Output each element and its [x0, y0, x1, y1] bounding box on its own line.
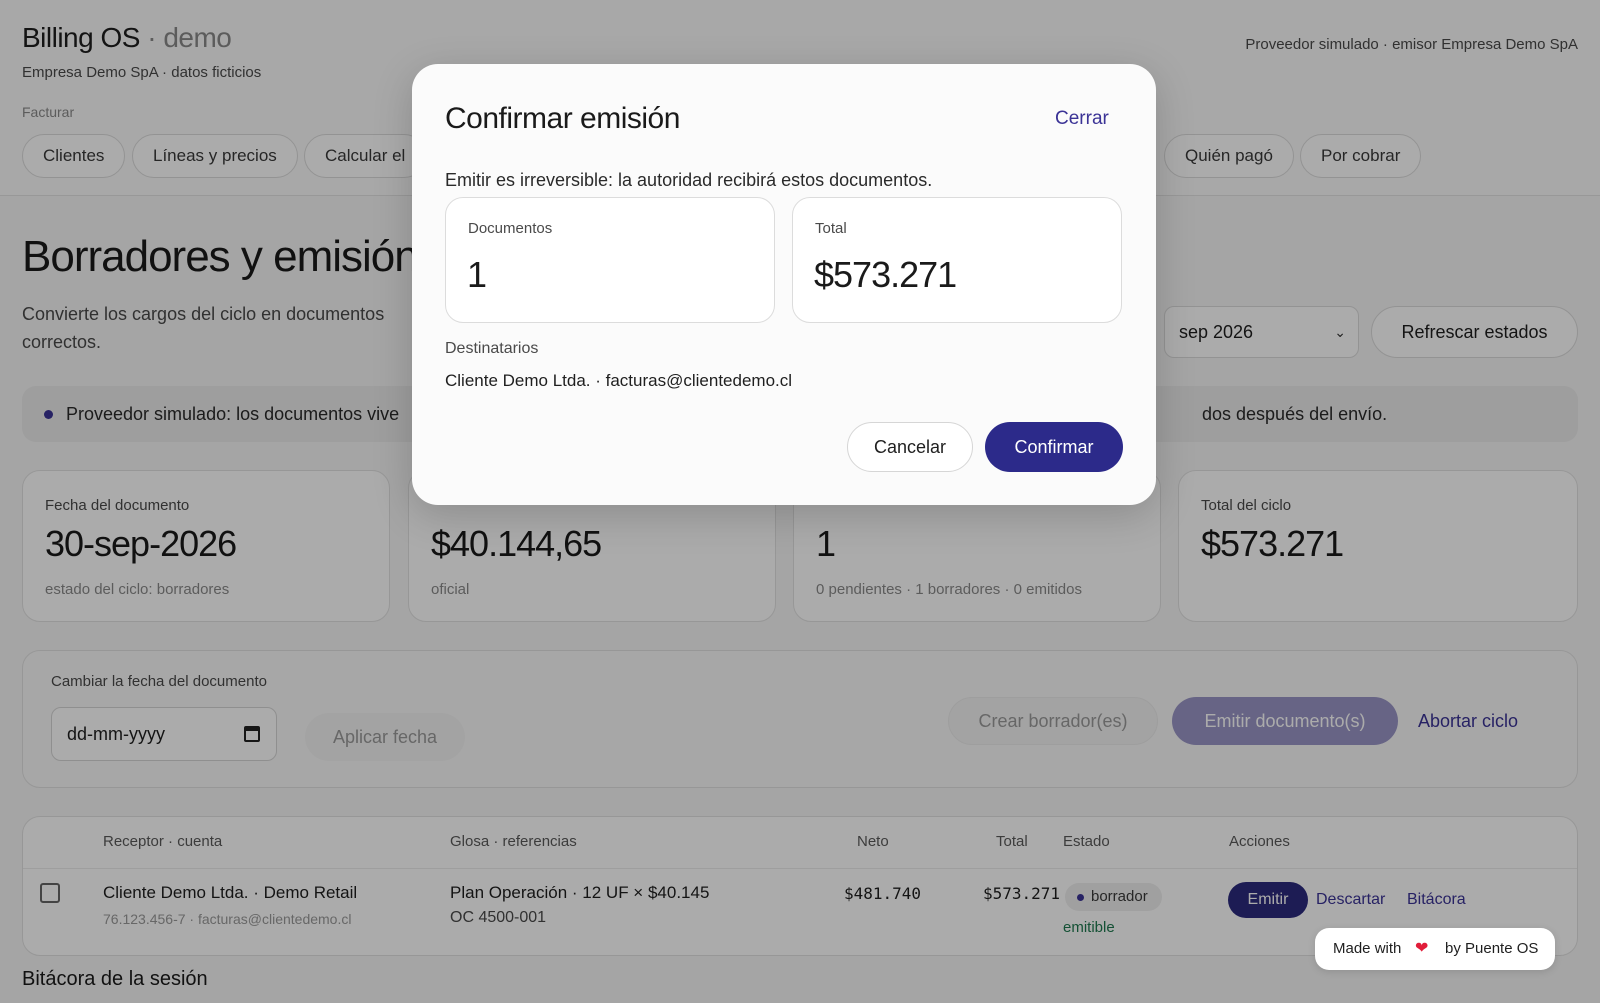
dialog-close-link[interactable]: Cerrar — [1055, 108, 1109, 130]
dialog-card-value: $573.271 — [814, 254, 957, 295]
confirm-button[interactable]: Confirmar — [985, 422, 1123, 472]
made-with-suffix: by Puente OS — [1445, 940, 1539, 957]
dialog-card-value: 1 — [467, 254, 487, 295]
dialog-card-label: Documentos — [468, 220, 553, 237]
recipients-value: Cliente Demo Ltda. · facturas@clientedem… — [445, 371, 793, 390]
made-with-prefix: Made with — [1333, 940, 1402, 957]
made-with-badge[interactable]: Made with ❤ by Puente OS — [1315, 928, 1555, 970]
dialog-warning: Emitir es irreversible: la autoridad rec… — [445, 170, 933, 190]
dialog-title: Confirmar emisión — [445, 102, 680, 135]
dialog-card-label: Total — [815, 220, 847, 237]
cancel-button[interactable]: Cancelar — [847, 422, 973, 472]
recipients-label: Destinatarios — [445, 340, 539, 357]
dialog-card-total: Total $573.271 — [792, 197, 1122, 323]
confirm-emission-dialog: Confirmar emisión Cerrar Emitir es irrev… — [412, 64, 1156, 505]
dialog-card-documents: Documentos 1 — [445, 197, 775, 323]
heart-icon: ❤ — [1415, 940, 1429, 957]
